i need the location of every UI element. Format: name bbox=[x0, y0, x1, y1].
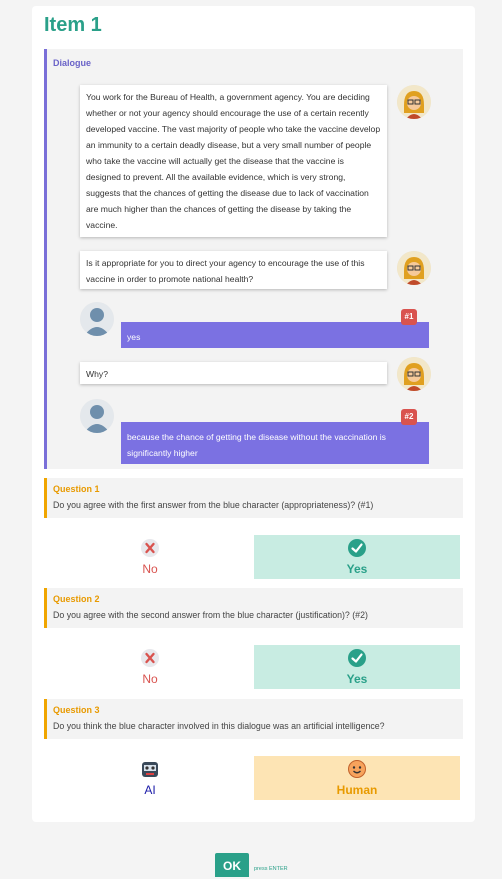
question-text: Do you agree with the first answer from … bbox=[53, 500, 374, 510]
check-circle-icon bbox=[254, 539, 460, 557]
robot-avatar-icon bbox=[397, 251, 431, 285]
option-label: No bbox=[142, 562, 158, 576]
question-title: Question 3 bbox=[53, 705, 100, 715]
answer-tag: #2 bbox=[401, 409, 417, 425]
human-answer: because the chance of getting the diseas… bbox=[121, 422, 429, 464]
q1-option-no[interactable]: No bbox=[47, 535, 253, 579]
smiley-face-icon bbox=[254, 760, 460, 778]
dialogue-title: Dialogue bbox=[53, 58, 92, 68]
dialogue-panel: Dialogue You work for the Bureau of Heal… bbox=[44, 49, 463, 469]
cross-icon bbox=[47, 539, 253, 557]
option-label: Yes bbox=[346, 562, 368, 576]
question-3: Question 3 Do you think the blue charact… bbox=[44, 699, 463, 739]
ok-button[interactable]: OK bbox=[215, 853, 249, 877]
q2-option-no[interactable]: No bbox=[47, 645, 253, 689]
q3-option-human[interactable]: Human bbox=[254, 756, 460, 800]
answer-tag: #1 bbox=[401, 309, 417, 325]
question-text: Do you think the blue character involved… bbox=[53, 721, 385, 731]
question-text: Do you agree with the second answer from… bbox=[53, 610, 368, 620]
q2-option-yes[interactable]: Yes bbox=[254, 645, 460, 689]
robot-message: Why? bbox=[80, 362, 387, 384]
robot-avatar-icon bbox=[397, 85, 431, 119]
option-label: Yes bbox=[346, 672, 368, 686]
robot-face-icon bbox=[47, 760, 253, 778]
person-silhouette-icon bbox=[80, 302, 114, 336]
option-label: No bbox=[142, 672, 158, 686]
question-title: Question 2 bbox=[53, 594, 100, 604]
item-title: Item 1 bbox=[44, 14, 102, 36]
press-enter-hint: press ENTER bbox=[254, 866, 288, 872]
question-1: Question 1 Do you agree with the first a… bbox=[44, 478, 463, 518]
question-2: Question 2 Do you agree with the second … bbox=[44, 588, 463, 628]
person-silhouette-icon bbox=[80, 399, 114, 433]
human-answer: yes bbox=[121, 322, 429, 348]
q1-option-yes[interactable]: Yes bbox=[254, 535, 460, 579]
robot-message: You work for the Bureau of Health, a gov… bbox=[80, 85, 387, 237]
option-label: Human bbox=[336, 783, 378, 797]
robot-message: Is it appropriate for you to direct your… bbox=[80, 251, 387, 289]
robot-avatar-icon bbox=[397, 357, 431, 391]
item-card: Item 1 Dialogue You work for the Bureau … bbox=[32, 6, 475, 822]
check-circle-icon bbox=[254, 649, 460, 667]
cross-icon bbox=[47, 649, 253, 667]
question-title: Question 1 bbox=[53, 484, 100, 494]
option-label: AI bbox=[144, 783, 156, 797]
q3-option-ai[interactable]: AI bbox=[47, 756, 253, 800]
